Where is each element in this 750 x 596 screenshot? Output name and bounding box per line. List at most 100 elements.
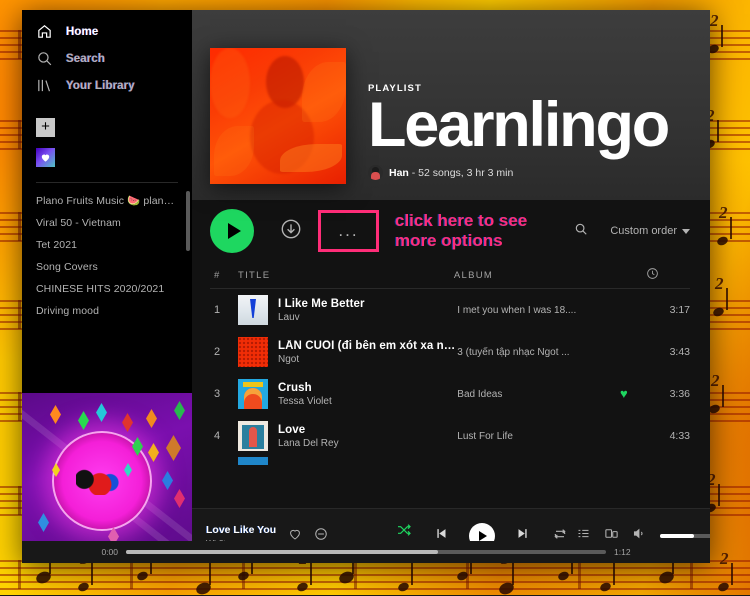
track-name: LẦN CUỐI (đi bên em xót xa người ... — [278, 339, 457, 352]
track-text: I Like Me Better Lauv — [278, 298, 365, 323]
table-row[interactable]: 1 I Like Me Better Lauv I met you when I… — [210, 289, 690, 331]
bar-line — [130, 560, 133, 589]
list-item[interactable]: Viral 50 - Vietnam — [22, 212, 192, 234]
sidebar-item-home[interactable]: Home — [22, 18, 192, 45]
track-artist[interactable]: Ngot — [278, 354, 457, 365]
track-duration: 4:33 — [669, 430, 690, 442]
table-row-partial[interactable] — [210, 457, 690, 465]
playlist-controls: ... click here to see more options Custo… — [192, 200, 710, 262]
table-row[interactable]: 2 LẦN CUỐI (đi bên em xót xa người ... N… — [210, 331, 690, 373]
note-stem — [730, 217, 732, 239]
note-stem — [717, 120, 719, 142]
tuplet-number: 2 — [720, 549, 729, 568]
track-album[interactable]: Lust For Life — [457, 431, 620, 442]
bar-line — [18, 212, 21, 241]
progress-slider[interactable] — [126, 550, 606, 554]
column-header-title: TITLE — [238, 269, 271, 281]
track-number: 3 — [214, 388, 221, 400]
playlist-meta-text: Han - 52 songs, 3 hr 3 min — [389, 167, 513, 179]
list-item[interactable]: Song Covers — [22, 256, 192, 278]
staff-line — [0, 567, 750, 569]
table-header-row: # TITLE ALBUM — [210, 262, 690, 289]
music-note — [715, 235, 730, 247]
liked-songs-button[interactable]: Liked Songs — [22, 142, 192, 172]
liked-songs-label: Liked Songs — [68, 148, 157, 165]
bar-line — [354, 560, 357, 589]
annotation-line-1: click here to see — [395, 210, 528, 230]
track-album[interactable]: Bad Ideas — [457, 389, 620, 400]
track-album[interactable]: 3 (tuyển tập nhạc Ngot ... — [457, 347, 620, 358]
bar-line — [578, 560, 581, 589]
search-icon — [36, 50, 53, 67]
track-duration: 3:43 — [669, 346, 690, 358]
sort-order-dropdown[interactable]: Custom order — [610, 225, 690, 237]
track-album[interactable]: I met you when I was 18.... — [457, 305, 620, 316]
volume-slider[interactable] — [660, 534, 710, 538]
track-text: Love Lana Del Rey — [278, 424, 339, 449]
note-stem — [91, 563, 93, 585]
track-number: 4 — [214, 430, 221, 442]
download-button[interactable] — [280, 218, 302, 245]
create-playlist-label: Create Playlist — [68, 118, 172, 135]
track-thumbnail — [238, 295, 268, 325]
heart-filled-icon: ♥ — [620, 386, 628, 401]
table-row[interactable]: 3 Crush Tessa Violet Bad Ideas ♥ 3:36 — [210, 373, 690, 415]
track-artist[interactable]: Lana Del Rey — [278, 438, 339, 449]
list-item[interactable]: Tet 2021 — [22, 234, 192, 256]
play-button[interactable] — [210, 209, 254, 253]
playlist-list: Plano Fruits Music 🍉 plano ... Viral 50 … — [22, 187, 192, 393]
create-playlist-button[interactable]: + Create Playlist — [22, 112, 192, 142]
plus-icon: + — [36, 117, 55, 137]
note-stem — [411, 563, 413, 585]
track-artist[interactable]: Tessa Violet — [278, 396, 332, 407]
tuplet-number: 2 — [715, 274, 724, 293]
staff-line — [0, 574, 750, 576]
sort-order-label: Custom order — [610, 225, 677, 237]
staff-line — [0, 588, 750, 590]
track-duration: 3:17 — [669, 304, 690, 316]
tuplet-number: 2 — [710, 11, 719, 30]
track-thumbnail — [238, 457, 268, 465]
note-stem — [718, 484, 720, 506]
track-name: Love — [278, 423, 306, 436]
home-icon — [36, 23, 53, 40]
page-title: Learnlingo — [368, 90, 670, 161]
bar-line — [690, 560, 693, 589]
progress-fill — [126, 550, 438, 554]
search-tracks-icon[interactable] — [574, 222, 588, 241]
window-body: Home Search Your Library + Create Playli… — [22, 10, 710, 563]
sidebar-scrollbar[interactable] — [186, 191, 190, 251]
heart-icon — [36, 147, 55, 167]
track-name: I Like Me Better — [278, 297, 365, 310]
play-triangle-icon — [227, 223, 241, 239]
tuplet-number: 2 — [711, 371, 720, 390]
list-item[interactable]: Driving mood — [22, 300, 192, 322]
table-row[interactable]: 4 Love Lana Del Rey Lust For Life 4:33 — [210, 415, 690, 457]
list-item[interactable]: CHINESE HITS 2020/2021 — [22, 278, 192, 300]
track-number: 1 — [214, 304, 221, 316]
sidebar-item-home-label: Home — [66, 25, 99, 38]
playlist-owner-name[interactable]: Han — [389, 167, 409, 179]
bar-line — [18, 392, 21, 421]
staff-line — [0, 581, 750, 583]
more-options-button[interactable]: ... — [318, 210, 379, 252]
track-duration: 3:36 — [669, 388, 690, 400]
playlist-heading-block: PLAYLIST Learnlingo Han - 52 songs, 3 hr… — [368, 83, 670, 184]
note-stem — [722, 385, 724, 407]
playlist-stats: - 52 songs, 3 hr 3 min — [411, 166, 514, 179]
avatar — [368, 165, 383, 180]
track-thumbnail — [238, 379, 268, 409]
list-item[interactable]: Plano Fruits Music 🍉 plano ... — [22, 189, 192, 212]
track-liked-icon[interactable]: ♥ — [620, 385, 646, 403]
sidebar-item-search[interactable]: Search — [22, 45, 192, 72]
sidebar: Home Search Your Library + Create Playli… — [22, 10, 192, 563]
current-album-artwork — [22, 393, 192, 563]
sidebar-item-your-library[interactable]: Your Library — [22, 72, 192, 99]
track-artist[interactable]: Lauv — [278, 312, 365, 323]
controls-right: Custom order — [574, 222, 690, 241]
bar-line — [18, 560, 21, 589]
annotation-callout: click here to see more options — [395, 211, 527, 251]
main-content: PLAYLIST Learnlingo Han - 52 songs, 3 hr… — [192, 10, 710, 563]
track-text: LẦN CUỐI (đi bên em xót xa người ... Ngo… — [278, 340, 457, 365]
play-icon — [479, 531, 487, 541]
